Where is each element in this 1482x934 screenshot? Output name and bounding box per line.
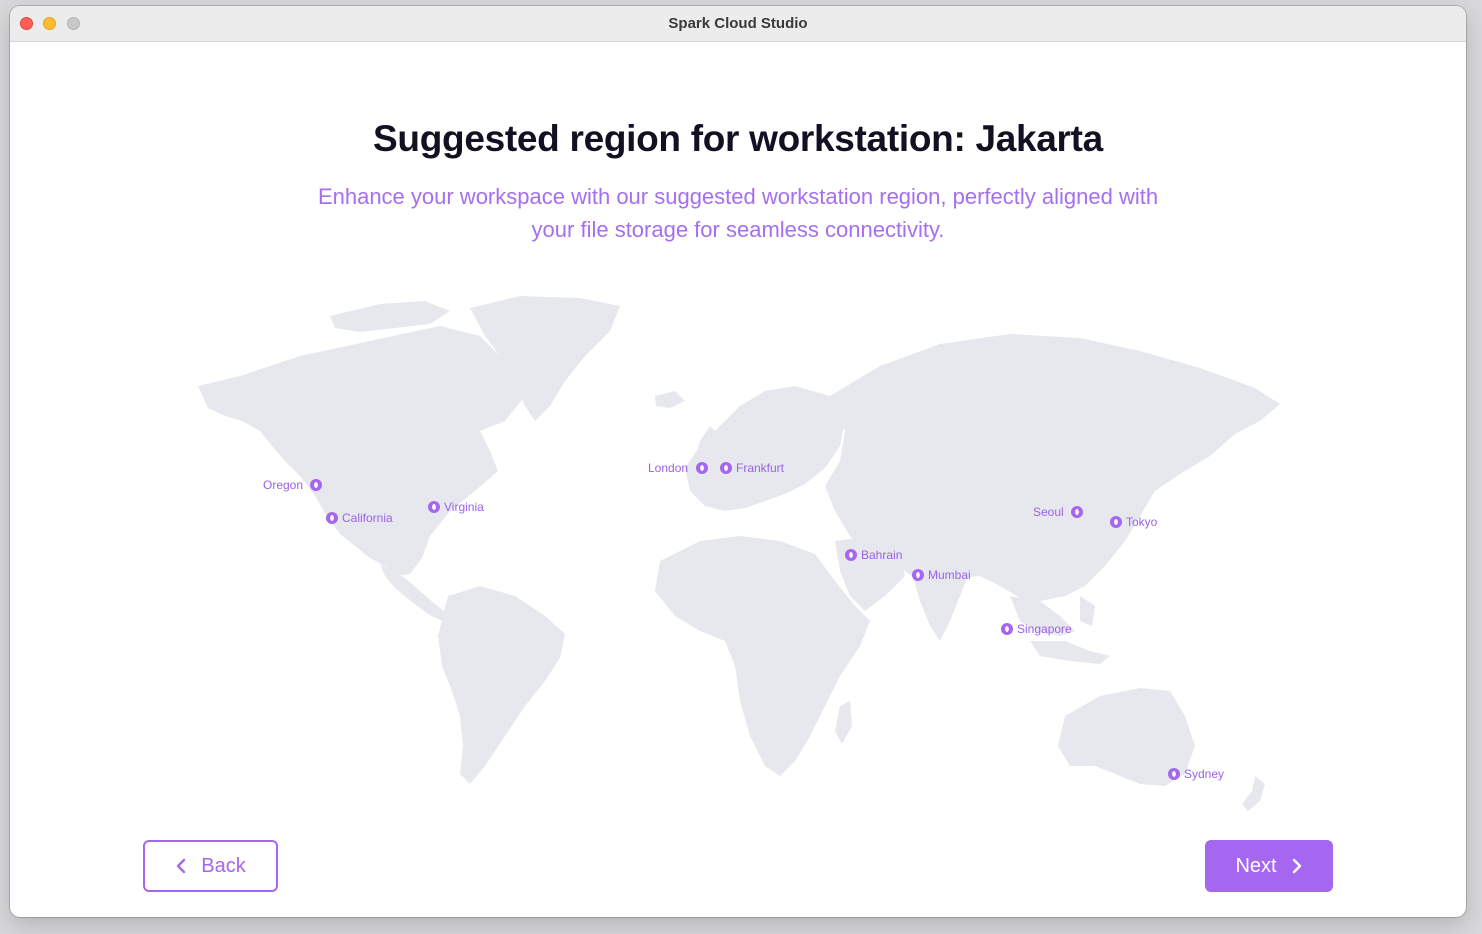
app-window: Spark Cloud Studio Suggested region for … [10, 6, 1466, 917]
landmass-arctic-islands [330, 301, 450, 332]
back-button[interactable]: Back [143, 840, 278, 892]
region-pin-icon [720, 462, 732, 474]
world-map [198, 296, 1280, 811]
region-pin-icon [428, 501, 440, 513]
region-pin-icon [326, 512, 338, 524]
region-pin-icon [912, 569, 924, 581]
region-pin-icon [1168, 768, 1180, 780]
landmass-south-america [438, 586, 565, 784]
landmass-new-zealand [1242, 776, 1265, 811]
next-button-label: Next [1235, 854, 1277, 877]
next-button[interactable]: Next [1205, 840, 1333, 892]
region-pin-icon [1110, 516, 1122, 528]
back-button-label: Back [201, 854, 246, 877]
region-pin-icon [310, 479, 322, 491]
landmass-central-america [380, 564, 448, 621]
page-subtitle: Enhance your workspace with our suggeste… [250, 180, 1226, 246]
page-title: Suggested region for workstation: Jakart… [373, 118, 1103, 159]
title-bar: Spark Cloud Studio [10, 6, 1466, 42]
chevron-left-icon [177, 858, 186, 874]
subtitle-line-2: your file storage for seamless connectiv… [531, 217, 945, 242]
landmass-madagascar [835, 701, 852, 744]
region-pin-icon [696, 462, 708, 474]
window-title: Spark Cloud Studio [668, 15, 808, 32]
region-pin-icon [1001, 623, 1013, 635]
subtitle-line-1: Enhance your workspace with our suggeste… [317, 184, 1159, 209]
landmass-iceland [655, 391, 685, 408]
region-pin-icon [845, 549, 857, 561]
region-pin-icon [1071, 506, 1083, 518]
landmass-north-america [198, 326, 525, 576]
chevron-right-icon [1292, 858, 1301, 874]
landmass-africa [655, 536, 870, 776]
